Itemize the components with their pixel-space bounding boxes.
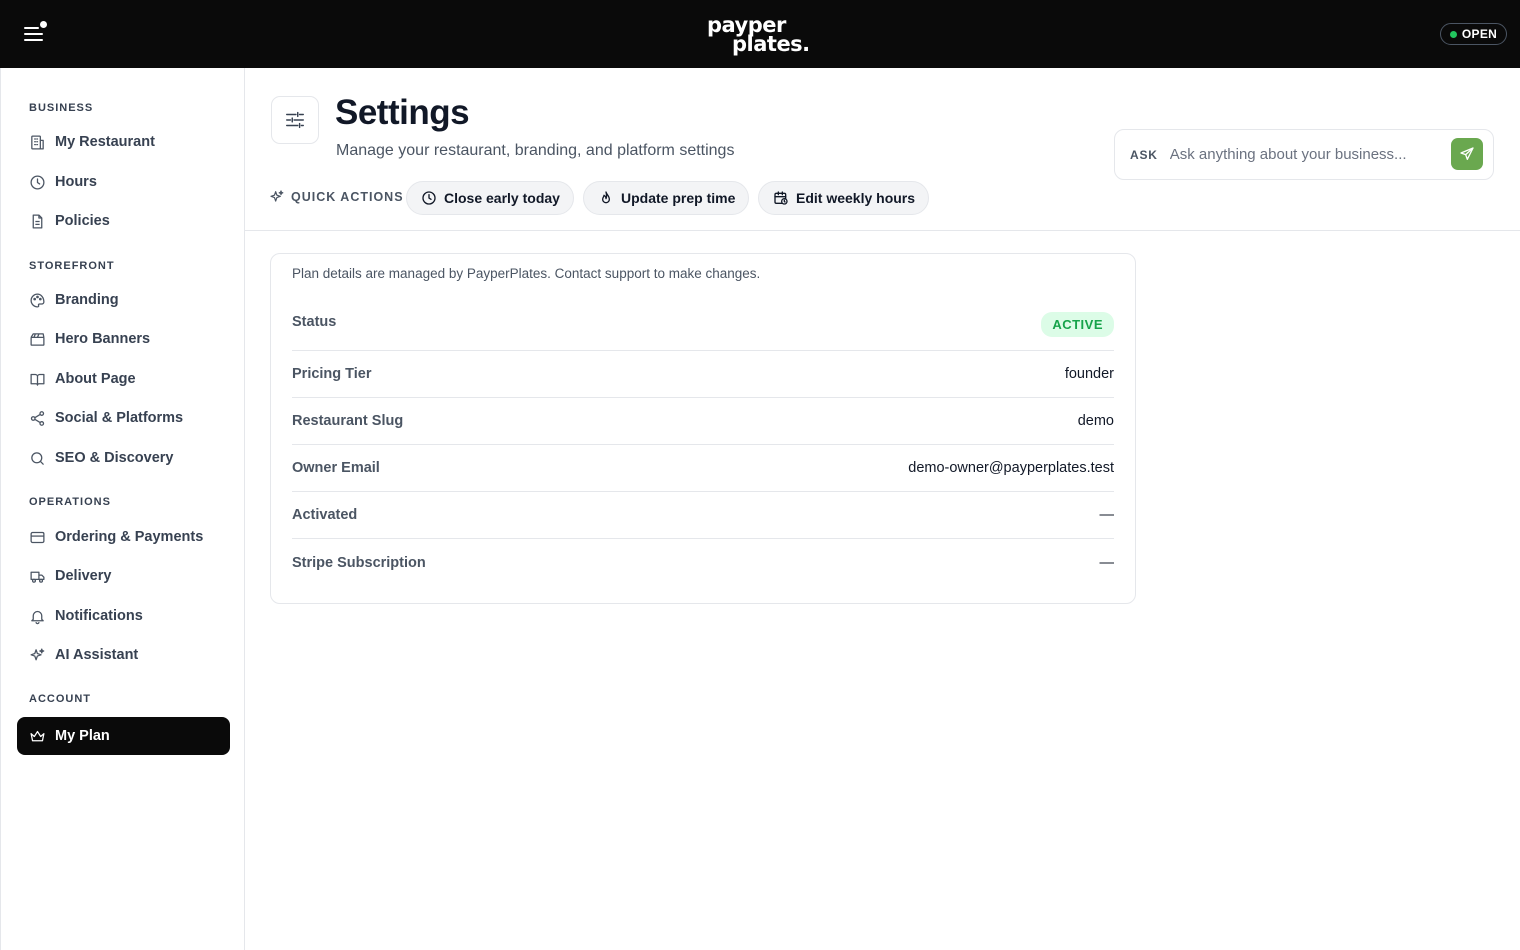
quick-actions-text: QUICK ACTIONS [291, 190, 404, 204]
sidebar-item-seo-discovery[interactable]: SEO & Discovery [17, 439, 230, 477]
settings-header: Settings Manage your restaurant, brandin… [245, 68, 1520, 231]
row-label: Pricing Tier [292, 366, 372, 382]
bell-icon [31, 610, 44, 624]
status-dot-icon [1449, 30, 1457, 38]
quick-actions-label: QUICK ACTIONS [269, 189, 404, 205]
sidebar-item-my-restaurant[interactable]: My Restaurant [17, 123, 230, 161]
credit-card-icon [30, 531, 45, 543]
row-label: Stripe Subscription [292, 554, 426, 571]
sidebar-item-label: Hours [55, 174, 97, 190]
ask-input[interactable] [1169, 146, 1440, 163]
sidebar-item-label: Notifications [55, 608, 143, 624]
row-value: — [1099, 507, 1115, 523]
clock-icon [422, 191, 436, 205]
update-prep-time-button[interactable]: Update prep time [583, 181, 749, 215]
sidebar-item-notifications[interactable]: Notifications [17, 597, 230, 635]
sidebar-item-about-page[interactable]: About Page [17, 360, 230, 398]
sidebar-item-hours[interactable]: Hours [17, 163, 230, 201]
plan-row-activated: Activated — [292, 492, 1114, 539]
row-label: Status [292, 313, 337, 330]
edit-weekly-hours-button[interactable]: Edit weekly hours [758, 181, 929, 215]
sidebar-item-social-platforms[interactable]: Social & Platforms [17, 399, 230, 437]
sliders-icon [286, 111, 304, 129]
notification-dot [40, 21, 47, 28]
sidebar-item-label: SEO & Discovery [55, 450, 174, 466]
page-title: Settings [335, 93, 470, 132]
row-value: demo-owner@payperplates.test [908, 460, 1114, 476]
sidebar-item-my-plan[interactable]: My Plan [17, 717, 230, 755]
sidebar-item-label: Ordering & Payments [55, 529, 204, 545]
logo-line-2: plates. [732, 32, 810, 56]
send-button[interactable] [1451, 138, 1483, 170]
store-status-badge[interactable]: OPEN [1440, 23, 1507, 45]
quick-action-label: Close early today [444, 190, 560, 206]
sidebar-item-label: Branding [55, 292, 119, 308]
plan-row-restaurant-slug: Restaurant Slug demo [292, 398, 1114, 445]
settings-icon-box [271, 96, 319, 144]
send-icon [1460, 147, 1474, 160]
sidebar-item-label: My Plan [55, 728, 110, 744]
ask-assistant-box: ASK [1114, 129, 1494, 180]
sidebar-item-policies[interactable]: Policies [17, 202, 230, 240]
quick-action-label: Update prep time [621, 190, 736, 206]
calendar-icon [774, 191, 788, 205]
sidebar-item-label: About Page [55, 371, 136, 387]
top-bar: payper plates. OPEN [0, 0, 1520, 68]
page-subtitle: Manage your restaurant, branding, and pl… [336, 142, 735, 159]
sidebar-section-storefront: STOREFRONT [29, 260, 115, 272]
sidebar-item-ordering-payments[interactable]: Ordering & Payments [17, 518, 230, 556]
flame-icon [602, 191, 610, 204]
plan-row-pricing-tier: Pricing Tier founder [292, 351, 1114, 398]
row-value: demo [1077, 413, 1114, 429]
sidebar: BUSINESS My Restaurant Hours Policies ST… [0, 68, 245, 950]
sidebar-section-operations: OPERATIONS [29, 496, 111, 508]
share-icon [30, 410, 45, 426]
sidebar-item-label: Delivery [55, 568, 112, 584]
sidebar-item-label: Social & Platforms [55, 410, 184, 426]
sidebar-item-label: AI Assistant [55, 647, 139, 663]
sidebar-item-delivery[interactable]: Delivery [17, 557, 230, 595]
sidebar-item-label: Policies [55, 213, 110, 229]
close-early-today-button[interactable]: Close early today [406, 181, 574, 215]
sidebar-item-ai-assistant[interactable]: AI Assistant [17, 636, 230, 674]
building-icon [31, 134, 44, 150]
menu-button[interactable] [22, 20, 48, 46]
search-icon [31, 451, 44, 465]
status-badge: ACTIVE [1041, 312, 1114, 337]
sidebar-section-business: BUSINESS [29, 102, 94, 114]
plan-row-owner-email: Owner Email demo-owner@payperplates.test [292, 445, 1114, 492]
sidebar-item-branding[interactable]: Branding [17, 281, 230, 319]
plan-details-card: Plan details are managed by PayperPlates… [270, 253, 1136, 604]
document-icon [32, 213, 43, 229]
row-label: Activated [292, 507, 358, 523]
palette-icon [30, 292, 45, 308]
plan-row-stripe-subscription: Stripe Subscription — [292, 539, 1114, 586]
clock-icon [30, 174, 45, 190]
banner-icon [30, 332, 45, 346]
crown-icon [30, 730, 45, 741]
sidebar-section-account: ACCOUNT [29, 693, 91, 705]
sidebar-item-label: My Restaurant [55, 134, 155, 150]
sidebar-item-label: Hero Banners [55, 331, 151, 347]
ask-label: ASK [1130, 147, 1158, 162]
truck-icon [30, 571, 45, 583]
brand-logo[interactable]: payper plates. [700, 12, 820, 58]
row-label: Restaurant Slug [292, 413, 404, 429]
quick-action-label: Edit weekly hours [796, 190, 916, 206]
row-value: — [1099, 554, 1115, 571]
book-icon [30, 373, 45, 386]
sidebar-item-hero-banners[interactable]: Hero Banners [17, 320, 230, 358]
sparkles-icon [30, 647, 45, 660]
plan-note: Plan details are managed by PayperPlates… [292, 266, 761, 281]
row-label: Owner Email [292, 460, 380, 476]
sparkles-icon [270, 190, 284, 202]
row-value: founder [1064, 366, 1114, 382]
store-status-label: OPEN [1461, 27, 1498, 41]
plan-row-status: Status ACTIVE [292, 299, 1114, 351]
